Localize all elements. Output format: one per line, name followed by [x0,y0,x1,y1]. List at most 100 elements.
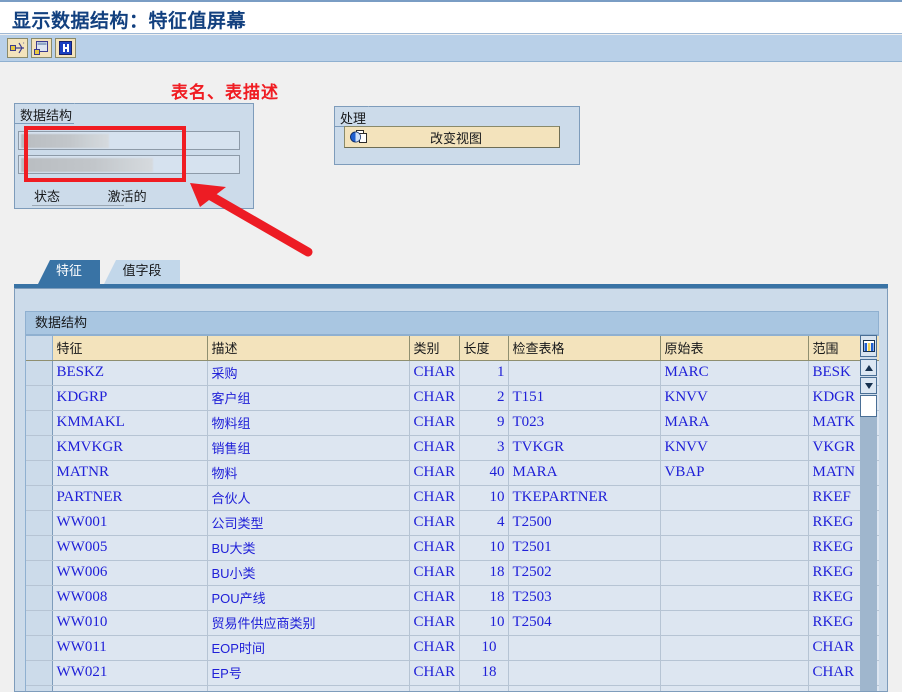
row-selector-cell[interactable] [26,660,53,686]
type-cell[interactable]: CHAR [409,560,460,586]
table-row[interactable]: KMMAKL 物料组 CHAR 9 T023 MARA MATK [26,410,879,436]
origin-table-cell[interactable]: KNVV [660,385,809,411]
description-cell[interactable]: 贸易件供应商类别 [207,610,410,636]
characteristic-cell[interactable]: WW021 [52,660,208,686]
characteristic-cell[interactable]: MATNR [52,460,208,486]
navigate-expand-icon[interactable] [7,38,28,58]
characteristic-cell[interactable]: KDGRP [52,385,208,411]
origin-table-cell[interactable]: KNVV [660,435,809,461]
type-cell[interactable]: CHAR [409,485,460,511]
check-table-cell[interactable]: T2504 [508,610,661,636]
characteristic-cell[interactable]: WW006 [52,560,208,586]
origin-table-cell[interactable] [660,560,809,586]
column-header-characteristic[interactable]: 特征 [52,336,208,361]
description-cell[interactable]: 客户组 [207,385,410,411]
characteristic-cell[interactable]: BESKZ [52,360,208,386]
description-cell[interactable]: 合伙人 [207,485,410,511]
scroll-down-icon[interactable] [860,377,877,394]
check-table-cell[interactable]: T2502 [508,560,661,586]
table-row[interactable]: WW005 BU大类 CHAR 10 T2501 RKEG [26,535,879,561]
tab-characteristics[interactable]: 特征 [38,260,100,284]
length-cell[interactable]: 18 [459,660,509,686]
tab-value-fields[interactable]: 值字段 [104,260,180,284]
table-row[interactable]: MATNR 物料 CHAR 40 MARA VBAP MATN [26,460,879,486]
row-selector-cell[interactable] [26,485,53,511]
table-row[interactable]: KDGRP 客户组 CHAR 2 T151 KNVV KDGR [26,385,879,411]
column-config-icon[interactable] [860,335,877,357]
length-cell[interactable]: 2 [459,385,509,411]
characteristic-cell[interactable] [52,685,208,691]
table-row[interactable]: WW011 EOP时间 CHAR 10 CHAR [26,635,879,661]
length-cell[interactable] [459,685,509,691]
description-cell[interactable] [207,685,410,691]
description-cell[interactable]: 物料组 [207,410,410,436]
table-row[interactable]: BESKZ 采购 CHAR 1 MARC BESK [26,360,879,386]
scroll-thumb[interactable] [860,395,877,417]
origin-table-cell[interactable] [660,485,809,511]
origin-table-cell[interactable] [660,610,809,636]
grid-vertical-scrollbar[interactable] [860,335,877,691]
row-selector-cell[interactable] [26,510,53,536]
origin-table-cell[interactable]: MARC [660,360,809,386]
table-row[interactable]: WW010 贸易件供应商类别 CHAR 10 T2504 RKEG [26,610,879,636]
row-selector-cell[interactable] [26,460,53,486]
column-header-type[interactable]: 类别 [409,336,460,361]
length-cell[interactable]: 9 [459,410,509,436]
data-grid[interactable]: 特征 描述 类别 长度 检查表格 原始表 范围 BESKZ 采购 CHAR 1 MARC… [25,335,879,691]
check-table-cell[interactable] [508,685,661,691]
origin-table-cell[interactable] [660,685,809,691]
length-cell[interactable]: 10 [459,485,509,511]
description-cell[interactable]: EP号 [207,660,410,686]
table-row[interactable]: WW021 EP号 CHAR 18 CHAR [26,660,879,686]
origin-table-cell[interactable] [660,635,809,661]
origin-table-cell[interactable]: MARA [660,410,809,436]
check-table-cell[interactable]: T2503 [508,585,661,611]
table-row[interactable]: WW008 POU产线 CHAR 18 T2503 RKEG [26,585,879,611]
characteristic-cell[interactable]: KMMAKL [52,410,208,436]
description-cell[interactable]: BU大类 [207,535,410,561]
description-cell[interactable]: 公司类型 [207,510,410,536]
check-table-cell[interactable]: T2501 [508,535,661,561]
row-selector-cell[interactable] [26,435,53,461]
row-selector-cell[interactable] [26,535,53,561]
row-selector-cell[interactable] [26,385,53,411]
length-cell[interactable]: 1 [459,360,509,386]
table-row[interactable] [26,685,879,691]
description-cell[interactable]: BU小类 [207,560,410,586]
type-cell[interactable]: CHAR [409,535,460,561]
column-header-description[interactable]: 描述 [207,336,410,361]
check-table-cell[interactable] [508,360,661,386]
length-cell[interactable]: 40 [459,460,509,486]
row-selector-cell[interactable] [26,610,53,636]
table-row[interactable]: PARTNER 合伙人 CHAR 10 TKEPARTNER RKEF [26,485,879,511]
row-selector-cell[interactable] [26,360,53,386]
description-cell[interactable]: 物料 [207,460,410,486]
length-cell[interactable]: 10 [459,635,509,661]
row-selector-cell[interactable] [26,585,53,611]
table-row[interactable]: KMVKGR 销售组 CHAR 3 TVKGR KNVV VKGR [26,435,879,461]
length-cell[interactable]: 18 [459,560,509,586]
type-cell[interactable]: CHAR [409,460,460,486]
characteristic-cell[interactable]: WW001 [52,510,208,536]
check-table-cell[interactable]: TVKGR [508,435,661,461]
table-description-input[interactable] [18,155,240,174]
description-cell[interactable]: 销售组 [207,435,410,461]
origin-table-cell[interactable] [660,510,809,536]
characteristic-cell[interactable]: WW011 [52,635,208,661]
type-cell[interactable]: CHAR [409,410,460,436]
column-header-length[interactable]: 长度 [459,336,509,361]
table-row[interactable]: WW006 BU小类 CHAR 18 T2502 RKEG [26,560,879,586]
check-table-cell[interactable]: T023 [508,410,661,436]
type-cell[interactable]: CHAR [409,660,460,686]
type-cell[interactable] [409,685,460,691]
characteristic-cell[interactable]: WW005 [52,535,208,561]
scroll-track[interactable] [860,417,877,691]
check-table-cell[interactable] [508,635,661,661]
type-cell[interactable]: CHAR [409,510,460,536]
table-name-input[interactable] [18,131,240,150]
origin-table-cell[interactable] [660,585,809,611]
change-view-button[interactable]: 改变视图 [344,126,560,148]
row-selector-cell[interactable] [26,685,53,691]
length-cell[interactable]: 10 [459,535,509,561]
information-icon[interactable] [55,38,76,58]
